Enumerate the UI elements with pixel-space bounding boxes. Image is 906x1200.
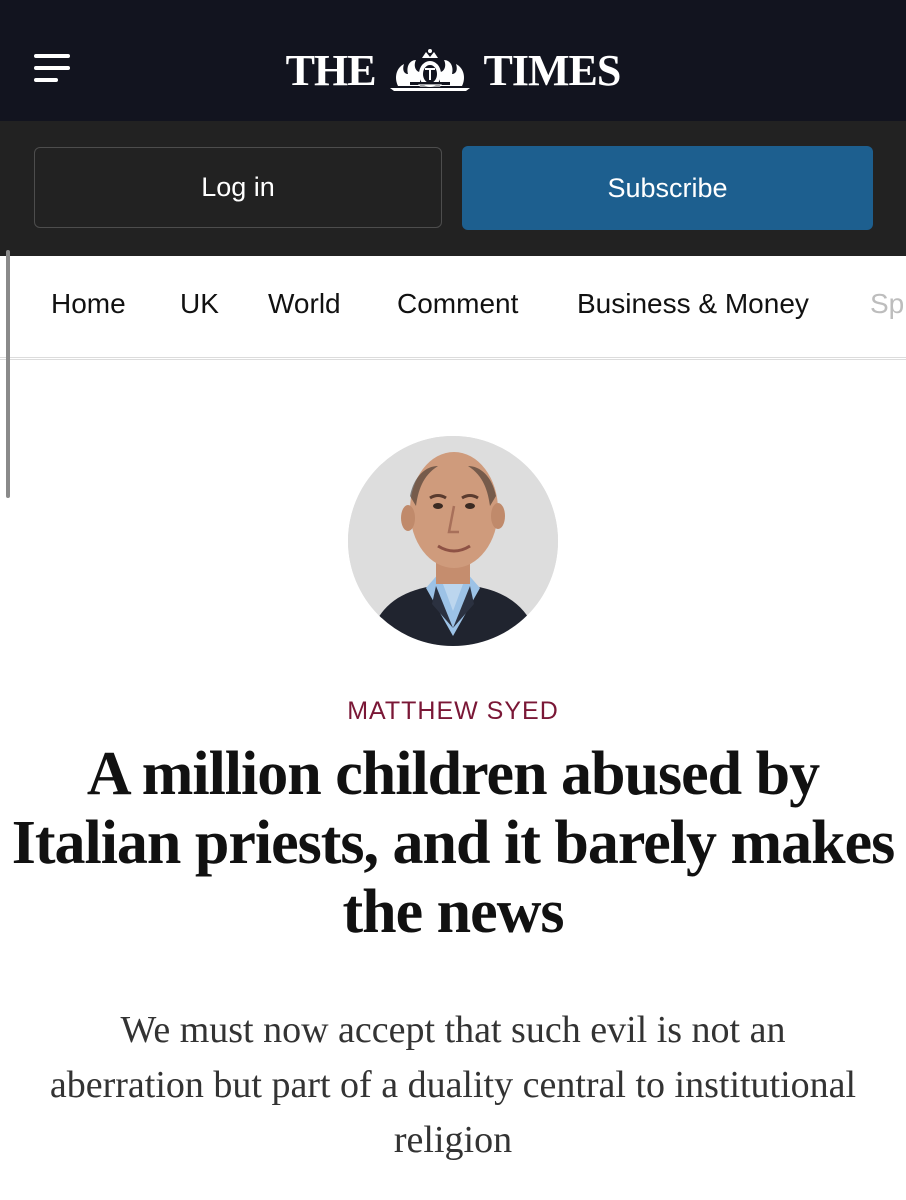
nav-item-comment[interactable]: Comment	[397, 288, 518, 320]
login-button[interactable]: Log in	[34, 147, 442, 228]
logo-text-times: TIMES	[483, 45, 622, 95]
author-avatar	[348, 436, 558, 646]
author-portrait-image	[348, 436, 558, 646]
section-nav: Home UK World Comment Business & Money S…	[0, 256, 906, 360]
nav-item-world[interactable]: World	[268, 288, 341, 320]
article-headline: A million children abused by Italian pri…	[11, 740, 896, 946]
author-byline[interactable]: MATTHEW SYED	[0, 697, 906, 726]
nav-item-uk[interactable]: UK	[180, 288, 219, 320]
scrollbar[interactable]	[6, 250, 10, 498]
article-standfirst: We must now accept that such evil is not…	[49, 1009, 857, 1161]
nav-item-home[interactable]: Home	[51, 288, 126, 320]
auth-bar: Log in Subscribe	[0, 121, 906, 256]
subscribe-button[interactable]: Subscribe	[462, 146, 873, 230]
the-times-logo[interactable]: THE TIMES	[0, 40, 906, 100]
nav-item-business-money[interactable]: Business & Money	[577, 288, 809, 320]
royal-coat-of-arms-icon	[389, 49, 470, 91]
logo-text-the: THE	[285, 45, 377, 95]
nav-item-sport[interactable]: Sp	[870, 288, 904, 320]
masthead: THE TIMES	[0, 0, 906, 121]
